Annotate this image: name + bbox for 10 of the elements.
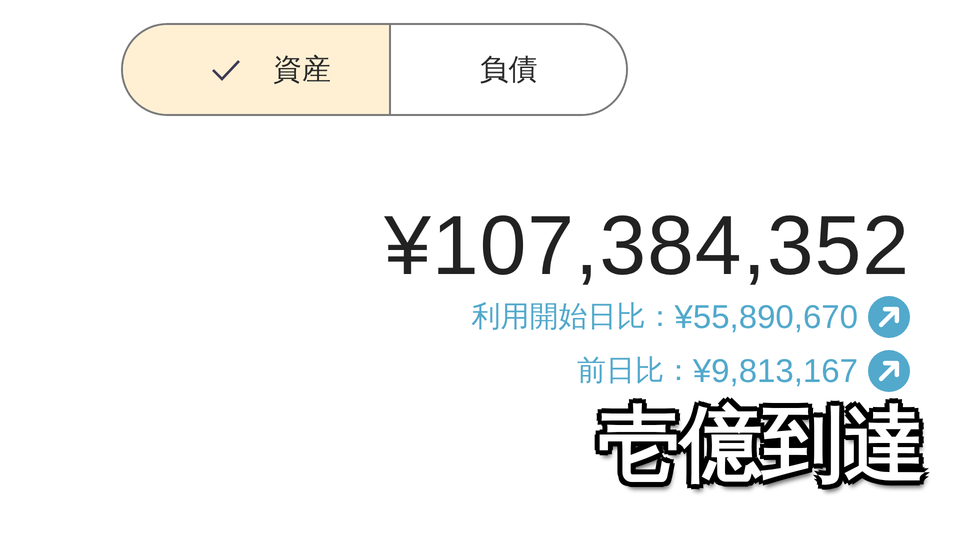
comparison-label: 前日比： bbox=[576, 352, 693, 389]
check-icon bbox=[210, 58, 241, 80]
arrow-up-right-icon bbox=[868, 350, 910, 392]
segment-tab[interactable]: 資産 bbox=[123, 25, 390, 114]
comparison-value: ¥9,813,167 bbox=[692, 352, 858, 390]
caption-text: 壱億到達 bbox=[586, 392, 938, 504]
comparison-label: 利用開始日比： bbox=[471, 298, 674, 335]
total-amount: ¥107,384,352 bbox=[384, 200, 910, 290]
comparison-value: ¥55,890,670 bbox=[674, 298, 858, 336]
arrow-up-right-icon bbox=[868, 296, 910, 338]
